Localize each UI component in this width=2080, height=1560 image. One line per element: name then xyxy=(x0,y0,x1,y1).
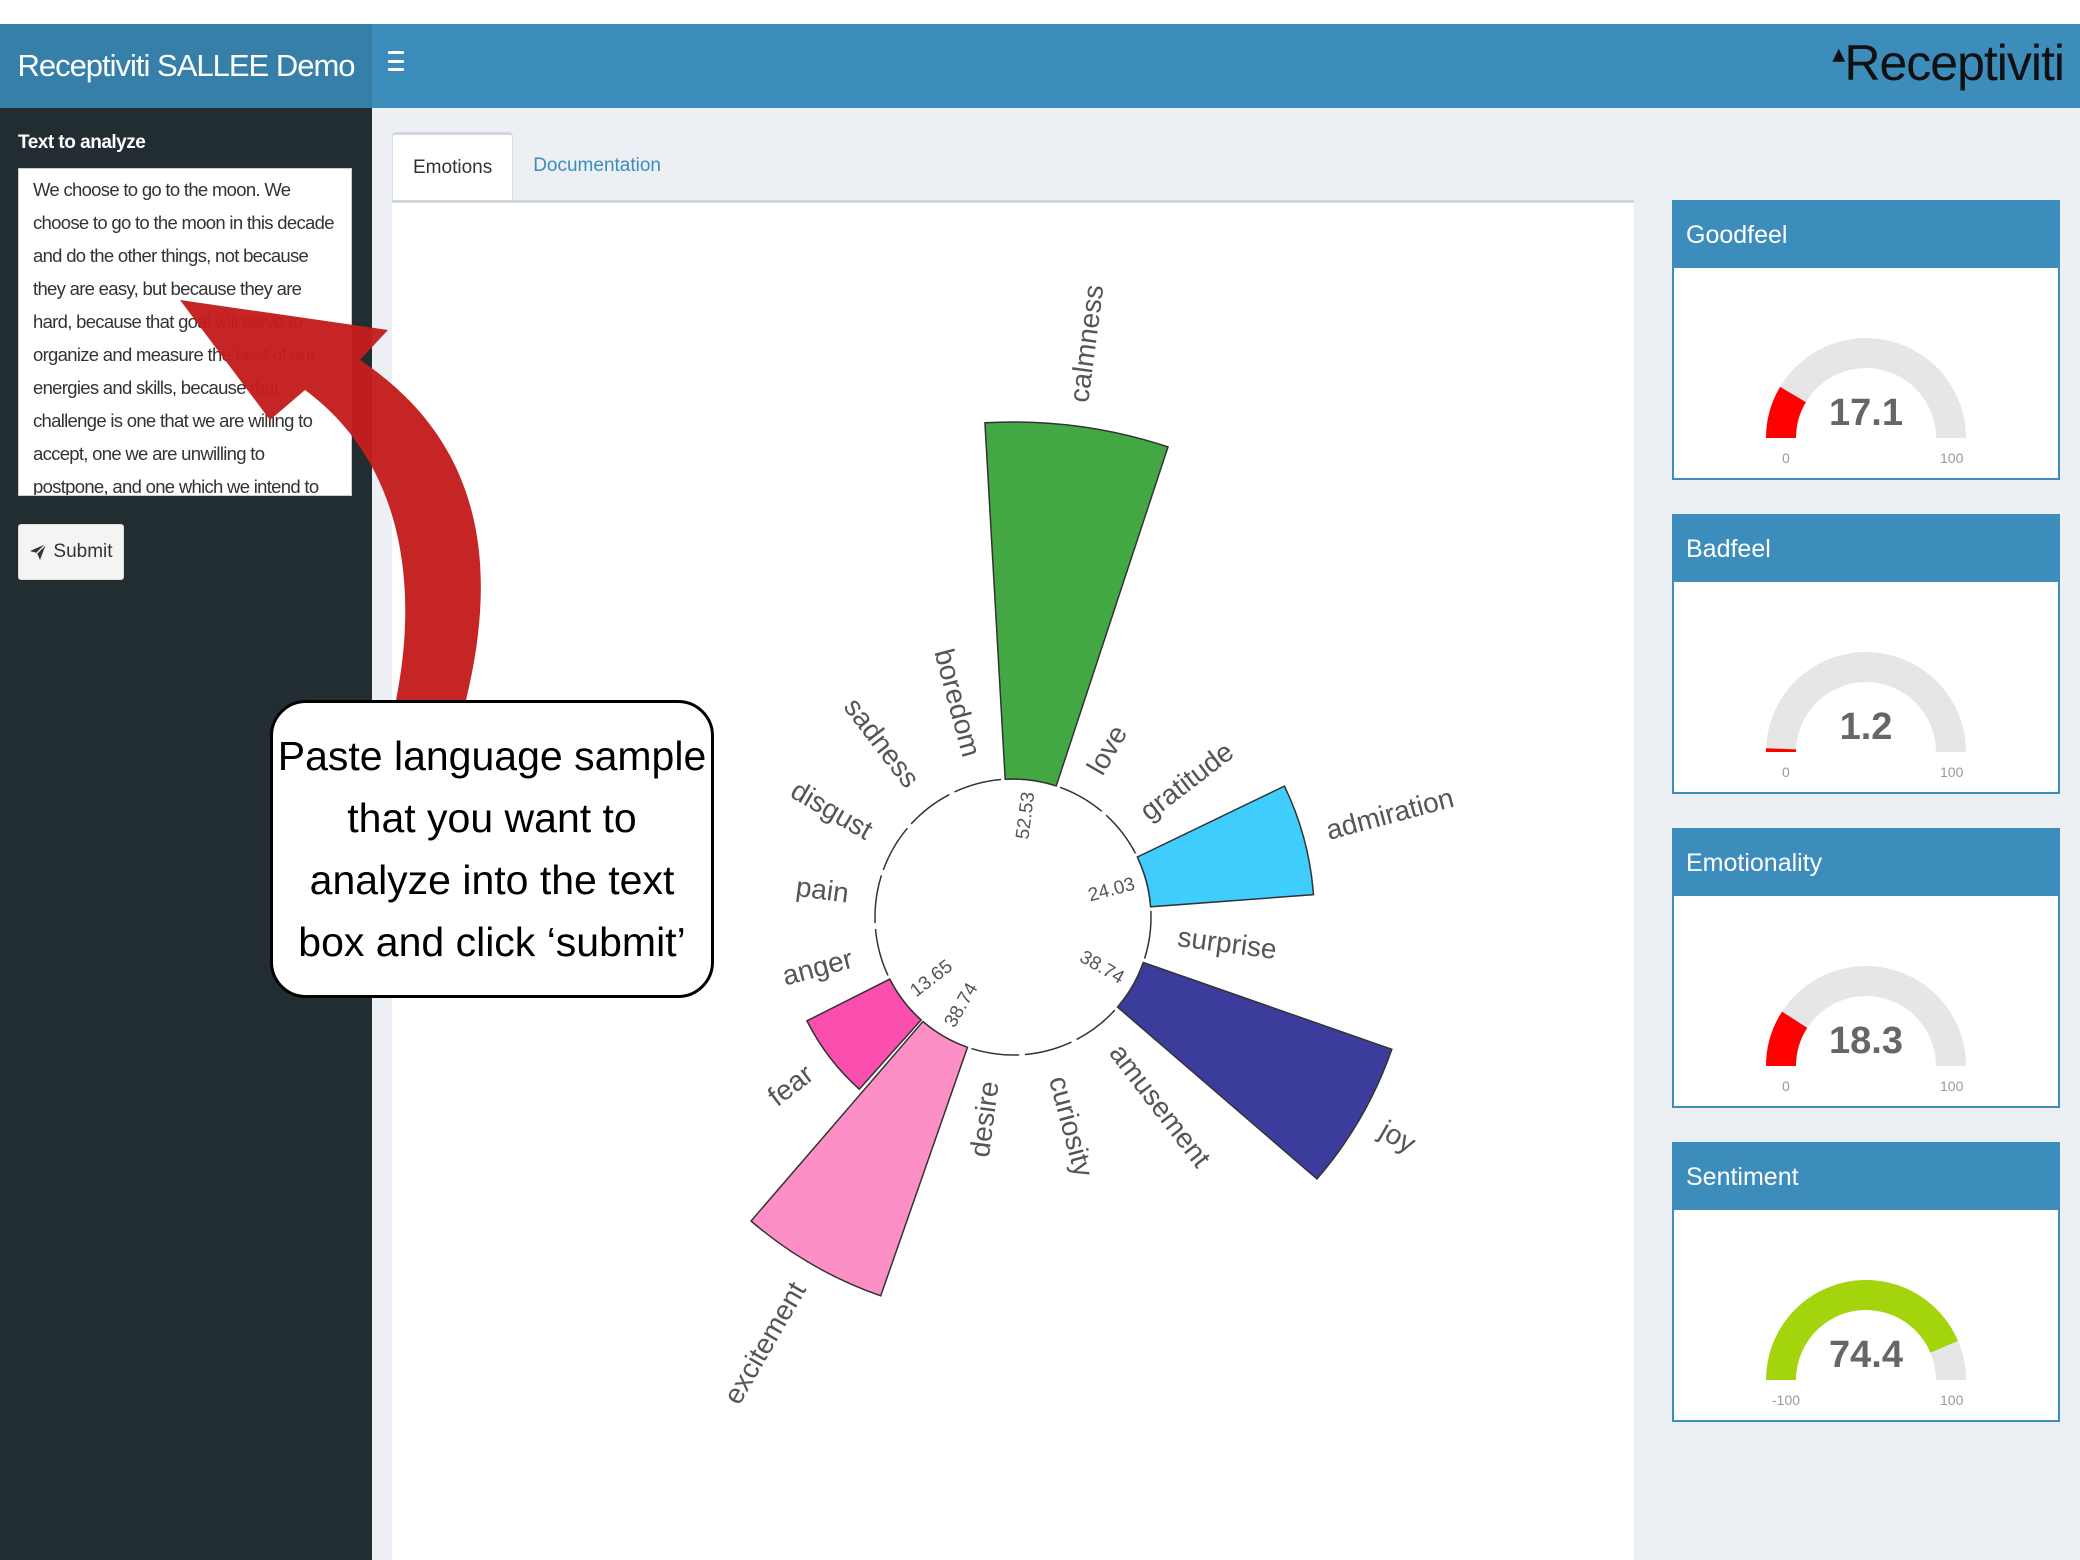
label-love: love xyxy=(1081,720,1134,780)
gauge-goodfeel: Goodfeel 17.1 0 100 xyxy=(1672,200,2060,480)
label-boredom: boredom xyxy=(928,645,987,760)
hamburger-icon[interactable] xyxy=(388,51,404,71)
label-fear: fear xyxy=(762,1058,819,1112)
gauge-sentiment: Sentiment 74.4 -100 100 xyxy=(1672,1142,2060,1422)
ring-segment xyxy=(1143,910,1152,959)
ring-segment xyxy=(1024,1041,1072,1056)
gauge-arc xyxy=(1766,338,1966,438)
label-admiration: admiration xyxy=(1323,782,1457,846)
label-sadness: sadness xyxy=(838,692,926,794)
gauge-min-label: 0 xyxy=(1782,764,1790,780)
gauge-max-label: 100 xyxy=(1940,1392,1964,1408)
gauge-min-label: -100 xyxy=(1772,1392,1801,1408)
gauge-min-label: 0 xyxy=(1782,1078,1790,1094)
gauge-body: 18.3 0 100 xyxy=(1674,896,2058,1106)
label-disgust: disgust xyxy=(786,774,879,845)
label-excitement: excitement xyxy=(717,1276,812,1409)
gauge-max-label: 100 xyxy=(1940,450,1964,466)
bar-joy[interactable] xyxy=(1116,961,1393,1180)
gauge-arc xyxy=(1766,1280,1966,1380)
gauge-max-label: 100 xyxy=(1940,764,1964,780)
submit-label: Submit xyxy=(53,541,113,562)
value-label-excitement: 38.74 xyxy=(940,979,982,1031)
value-label-calmness: 52.53 xyxy=(1012,791,1039,841)
gauge-value: 1.2 xyxy=(1839,706,1893,748)
paper-plane-icon xyxy=(30,543,47,560)
tab-documentation[interactable]: Documentation xyxy=(513,132,681,200)
label-anger: anger xyxy=(779,943,856,991)
tab-bar: Emotions Documentation xyxy=(392,132,681,200)
label-pain: pain xyxy=(794,871,851,909)
ring-segment xyxy=(874,875,883,924)
ring-segment xyxy=(882,827,908,871)
ring-segment xyxy=(1105,814,1137,854)
gauge-arc xyxy=(1766,652,1966,752)
label-calmness: calmness xyxy=(1063,283,1109,404)
gauge-badfeel: Badfeel 1.2 0 100 xyxy=(1672,514,2060,794)
gauge-body: 74.4 -100 100 xyxy=(1674,1210,2058,1420)
gauge-arc xyxy=(1766,966,1966,1066)
ring-segment xyxy=(910,793,950,825)
logo-mark: ▴ xyxy=(1832,38,1845,68)
gauge-title: Badfeel xyxy=(1674,516,2058,582)
ring-segment xyxy=(971,1047,1020,1056)
top-navbar: Receptiviti SALLEE Demo ▴Receptiviti xyxy=(0,24,2080,108)
instruction-callout: Paste language sample that you want to a… xyxy=(270,700,714,998)
label-desire: desire xyxy=(964,1079,1005,1159)
ring-segment xyxy=(874,928,889,976)
value-label-fear: 13.65 xyxy=(906,956,957,1002)
gauge-value: 18.3 xyxy=(1829,1020,1903,1062)
gauge-body: 1.2 0 100 xyxy=(1674,582,2058,792)
label-curiosity: curiosity xyxy=(1043,1073,1100,1180)
gauge-value: 74.4 xyxy=(1829,1334,1903,1376)
tab-emotions[interactable]: Emotions xyxy=(392,132,514,200)
label-joy: joy xyxy=(1374,1114,1421,1159)
label-gratitude: gratitude xyxy=(1134,736,1239,827)
text-input-label: Text to analyze xyxy=(18,132,146,153)
app-title[interactable]: Receptiviti SALLEE Demo xyxy=(0,24,372,108)
label-surprise: surprise xyxy=(1176,921,1279,965)
gauge-value: 17.1 xyxy=(1829,392,1903,434)
gauge-max-label: 100 xyxy=(1940,1078,1964,1094)
value-label-admiration: 24.03 xyxy=(1086,874,1137,907)
gauge-title: Goodfeel xyxy=(1674,202,2058,268)
ring-segment xyxy=(954,778,1002,793)
submit-button[interactable]: Submit xyxy=(18,524,124,580)
gauge-emotionality: Emotionality 18.3 0 100 xyxy=(1672,828,2060,1108)
ring-segment xyxy=(1059,786,1103,812)
value-label-joy: 38.74 xyxy=(1076,947,1128,989)
bar-calmness[interactable] xyxy=(984,421,1169,787)
gauge-body: 17.1 0 100 xyxy=(1674,268,2058,478)
text-to-analyze-input[interactable]: We choose to go to the moon. We choose t… xyxy=(18,168,352,496)
gauge-title: Sentiment xyxy=(1674,1144,2058,1210)
logo-text: Receptiviti xyxy=(1844,35,2065,91)
ring-segment xyxy=(1076,1009,1116,1041)
receptiviti-logo: ▴Receptiviti xyxy=(1832,34,2065,92)
gauge-min-label: 0 xyxy=(1782,450,1790,466)
gauge-title: Emotionality xyxy=(1674,830,2058,896)
